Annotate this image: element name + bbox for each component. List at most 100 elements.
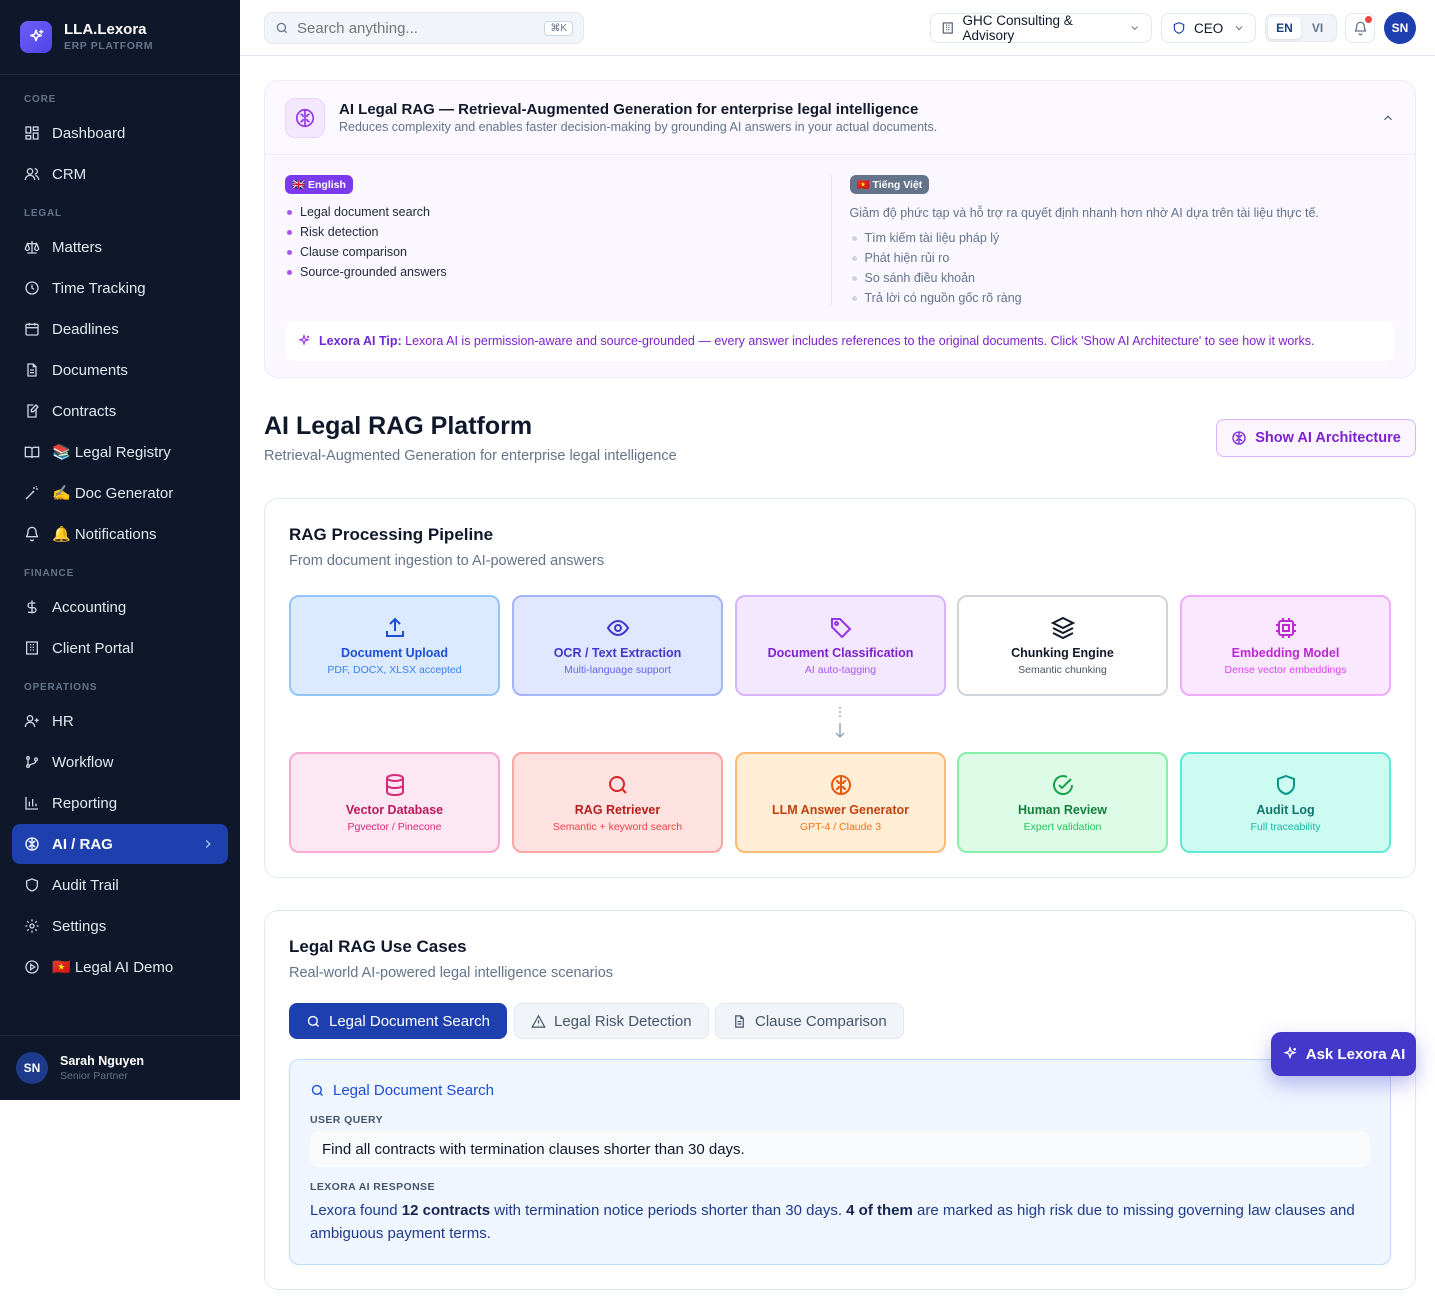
tab-legal-document-search[interactable]: Legal Document Search [289,1003,507,1039]
magic-wand-icon [25,485,38,500]
sidebar-item-label: AI / RAG [52,835,113,853]
list-item: Phát hiện rủi ro [850,248,1396,268]
company-selector[interactable]: GHC Consulting & Advisory [930,13,1152,43]
step-subtitle: GPT-4 / Claude 3 [799,820,882,833]
pipeline-step-upload[interactable]: Document Upload PDF, DOCX, XLSX accepted [289,595,500,696]
sidebar-item-contracts[interactable]: Contracts [12,391,228,431]
sidebar-item-crm[interactable]: CRM [12,154,228,194]
sidebar-item-label: HR [52,712,74,730]
use-cases-card: Legal RAG Use Cases Real-world AI-powere… [264,910,1416,1290]
language-toggle: EN VI [1265,14,1337,42]
pipeline-card: RAG Processing Pipeline From document in… [264,498,1416,878]
sidebar-item-dashboard[interactable]: Dashboard [12,113,228,153]
english-column: 🇬🇧 English Legal document search Risk de… [285,175,831,305]
panel-title: Legal Document Search [310,1082,494,1099]
query-label: USER QUERY [310,1114,384,1126]
sidebar-item-label: Time Tracking [52,279,146,297]
document-icon [735,1014,744,1028]
list-item: Risk detection [285,222,831,242]
play-circle-icon [25,960,39,974]
pipeline-step-ocr[interactable]: OCR / Text Extraction Multi-language sup… [512,595,723,696]
info-subtitle: Reduces complexity and enables faster de… [339,120,938,134]
sidebar-item-matters[interactable]: Matters [12,227,228,267]
pipeline-step-llm[interactable]: LLM Answer Generator GPT-4 / Claude 3 [735,752,946,853]
sidebar-item-reporting[interactable]: Reporting [12,783,228,823]
sidebar-item-time-tracking[interactable]: Time Tracking [12,268,228,308]
step-subtitle: Dense vector embeddings [1224,663,1347,676]
step-subtitle: Expert validation [1023,820,1102,833]
shield-icon [1173,22,1185,34]
sidebar-item-accounting[interactable]: Accounting [12,587,228,627]
step-subtitle: Full traceability [1250,820,1321,833]
sidebar-item-label: Settings [52,917,107,935]
sidebar-item-notifications[interactable]: 🔔 Notifications [12,514,228,554]
user-avatar[interactable]: SN [1384,12,1416,44]
step-title: Chunking Engine [1011,645,1114,660]
sidebar-item-label: Contracts [52,402,117,420]
users-icon [24,168,40,181]
lang-en-button[interactable]: EN [1268,17,1301,39]
search-icon [608,775,627,794]
sidebar-item-ai-rag[interactable]: AI / RAG [12,824,228,864]
step-subtitle: Semantic chunking [1018,663,1107,676]
sidebar-item-settings[interactable]: Settings [12,906,228,946]
info-title: AI Legal RAG — Retrieval-Augmented Gener… [339,101,919,118]
user-name: Sarah Nguyen [60,1054,145,1068]
chevron-up-icon[interactable] [1381,111,1395,125]
lang-vi-button[interactable]: VI [1301,17,1334,39]
sidebar-item-hr[interactable]: HR [12,701,228,741]
sidebar-item-label: Dashboard [52,124,126,142]
tab-clause-comparison[interactable]: Clause Comparison [715,1003,904,1039]
search-box[interactable]: ⌘K [264,12,584,44]
ai-response: Lexora found 12 contracts with terminati… [310,1199,1370,1245]
sidebar-item-workflow[interactable]: Workflow [12,742,228,782]
sidebar-item-label: Accounting [52,598,127,616]
sidebar-item-legal-registry[interactable]: 📚 Legal Registry [12,432,228,472]
response-text: Lexora found [310,1202,402,1219]
show-architecture-button[interactable]: Show AI Architecture [1216,419,1416,457]
pipeline-step-embedding[interactable]: Embedding Model Dense vector embeddings [1180,595,1391,696]
list-item: Legal document search [285,202,831,222]
tab-legal-risk-detection[interactable]: Legal Risk Detection [514,1003,709,1039]
list-item: Source-grounded answers [285,262,831,282]
notification-dot [1365,16,1372,23]
scale-icon [24,241,40,254]
pipeline-step-chunking[interactable]: Chunking Engine Semantic chunking [957,595,1168,696]
notifications-button[interactable] [1345,13,1375,43]
sidebar-item-audit-trail[interactable]: Audit Trail [12,865,228,905]
brand[interactable]: LLA.Lexora ERP PLATFORM [0,0,240,75]
ask-lexora-ai-button[interactable]: Ask Lexora AI [1271,1032,1416,1076]
sidebar-item-legal-ai-demo[interactable]: 🇻🇳 Legal AI Demo [12,947,228,987]
step-title: LLM Answer Generator [771,802,910,817]
info-banner: AI Legal RAG — Retrieval-Augmented Gener… [264,80,1416,378]
english-tag: 🇬🇧 English [285,175,353,194]
step-title: Embedding Model [1231,645,1340,660]
pipeline-step-retriever[interactable]: RAG Retriever Semantic + keyword search [512,752,723,853]
info-banner-header[interactable]: AI Legal RAG — Retrieval-Augmented Gener… [265,81,1415,155]
dollar-icon [27,600,37,614]
pipeline-step-audit-log[interactable]: Audit Log Full traceability [1180,752,1391,853]
role-selector[interactable]: CEO [1161,13,1256,43]
pipeline-step-vector-db[interactable]: Vector Database Pgvector / Pinecone [289,752,500,853]
sidebar-item-label: 🔔 Notifications [52,526,157,543]
sidebar-item-documents[interactable]: Documents [12,350,228,390]
nav-section-core: CORE [24,94,57,105]
git-branch-icon [26,756,38,768]
step-title: Human Review [1018,802,1107,817]
search-input[interactable] [297,19,537,37]
sparkle-icon [298,334,310,346]
warning-triangle-icon [531,1014,546,1028]
pipeline-title: RAG Processing Pipeline [289,525,494,544]
sidebar-item-label: Matters [52,238,103,256]
user-query: Find all contracts with termination clau… [310,1131,1370,1167]
sidebar-item-doc-generator[interactable]: ✍️ Doc Generator [12,473,228,513]
chevron-right-icon [205,840,211,848]
step-title: Document Classification [767,645,914,660]
sparkle-logo-icon [20,21,52,53]
sidebar-item-deadlines[interactable]: Deadlines [12,309,228,349]
pipeline-step-classification[interactable]: Document Classification AI auto-tagging [735,595,946,696]
tip-label: Lexora AI Tip: [319,334,402,348]
pipeline-step-human-review[interactable]: Human Review Expert validation [957,752,1168,853]
sidebar-item-client-portal[interactable]: Client Portal [12,628,228,668]
sidebar-user[interactable]: SN Sarah Nguyen Senior Partner [0,1035,240,1100]
